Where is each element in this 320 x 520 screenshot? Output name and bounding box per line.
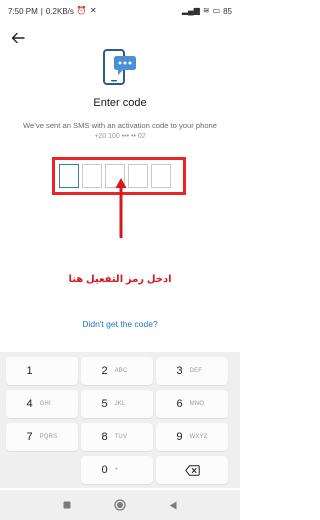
system-nav-bar [0,490,240,520]
signal-icon: ▂▄▆ [181,6,200,15]
key-1[interactable]: 1 [6,357,78,385]
key-letters: WXYZ [189,434,208,440]
resend-code-link[interactable]: Didn't get the code? [0,319,240,329]
subtitle-container: We’ve sent an SMS with an activation cod… [0,121,240,143]
key-letters: GHI [39,401,51,407]
nav-home-button[interactable] [111,496,129,514]
alarm-icon: ⏰ [76,6,87,15]
key-digit: 6 [176,398,183,410]
key-9[interactable]: 9 WXYZ [156,423,228,451]
key-digit: 5 [101,398,108,410]
backspace-icon [184,464,200,476]
subtitle: We’ve sent an SMS with an activation cod… [22,121,218,130]
status-data-speed: 0.2KB/s [45,6,74,16]
circle-icon [114,499,126,511]
arrow-up-icon [115,178,127,238]
annotation-text: ادخل رمز التفعيل هنا [68,274,172,285]
key-digit: 9 [176,431,183,443]
arrow-left-icon [11,32,25,44]
key-letters: JKL [114,401,126,407]
key-digit: 4 [26,398,33,410]
code-cell[interactable] [82,164,102,188]
page-title: Enter code [93,97,147,109]
back-button[interactable] [10,30,26,46]
key-digit: 3 [176,365,183,377]
key-5[interactable]: 5 JKL [81,390,153,418]
key-0[interactable]: 0 + [81,456,153,484]
mute-icon: ✕ [89,6,97,15]
key-empty [6,456,78,484]
nav-back-button[interactable] [164,496,182,514]
key-letters: + [114,467,119,473]
status-left: 7:50 PM | 0.2KB/s ⏰ ✕ [8,7,97,16]
status-separator: | [40,6,43,16]
phone-sms-icon [102,46,138,88]
square-icon [63,501,71,509]
key-6[interactable]: 6 MNO [156,390,228,418]
key-8[interactable]: 8 TUV [81,423,153,451]
status-time: 7:50 PM [8,6,38,16]
code-cell[interactable] [151,164,171,188]
key-letters: DEF [189,368,203,374]
triangle-icon [170,501,177,509]
key-digit: 8 [101,431,108,443]
key-letters: MNO [189,401,205,407]
code-cell[interactable] [59,164,79,188]
key-letters: TUV [114,434,128,440]
backspace-key[interactable] [156,456,228,484]
phone-number-cut: +20 100 ••• •• 02 [94,133,146,140]
key-letters: PQRS [39,434,58,440]
code-cell[interactable] [128,164,148,188]
key-digit: 2 [101,365,108,377]
key-digit: 1 [26,365,33,377]
key-2[interactable]: 2 ABC [81,357,153,385]
status-bar: 7:50 PM | 0.2KB/s ⏰ ✕ ▂▄▆ ≋ ▭ 85 [0,0,240,22]
nav-recent-button[interactable] [58,496,76,514]
key-digit: 0 [101,464,108,476]
key-digit: 7 [26,431,33,443]
battery-level: 85 [223,6,232,16]
key-3[interactable]: 3 DEF [156,357,228,385]
battery-icon: ▭ [212,6,221,15]
wifi-icon: ≋ [202,6,210,15]
status-right: ▂▄▆ ≋ ▭ 85 [182,7,232,16]
key-letters: ABC [114,368,128,374]
key-7[interactable]: 7 PQRS [6,423,78,451]
numeric-keypad: 1 2 ABC 3 DEF 4 GHI 5 JKL 6 MNO 7 PQRS 8… [0,352,240,488]
key-4[interactable]: 4 GHI [6,390,78,418]
